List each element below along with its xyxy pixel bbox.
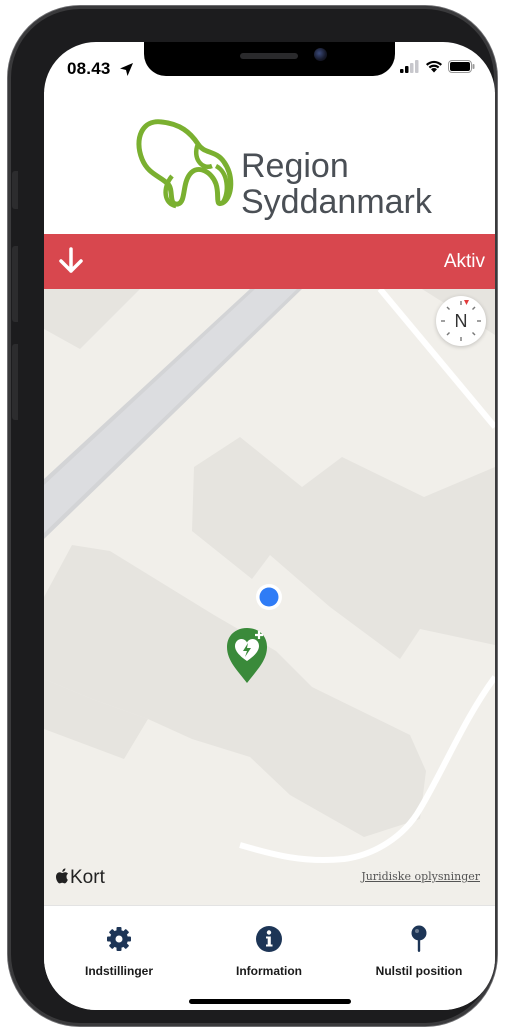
notch	[144, 42, 395, 76]
wifi-icon	[426, 60, 442, 73]
status-banner[interactable]: Aktiv	[44, 234, 495, 289]
info-icon[interactable]	[254, 924, 284, 954]
phone-frame: 08.43 Region Syddanmark Aktiv N Kort Jur…	[8, 6, 497, 1026]
app-header: Region Syddanmark	[44, 92, 495, 236]
mute-switch	[12, 171, 18, 209]
home-indicator[interactable]	[189, 999, 351, 1004]
arrow-down-icon[interactable]	[58, 247, 84, 275]
tab-settings[interactable]: Indstillinger	[44, 924, 194, 978]
logo-wordmark: Region Syddanmark	[241, 148, 432, 220]
compass-button[interactable]: N	[436, 296, 486, 346]
pin-icon[interactable]	[404, 924, 434, 954]
logo-line-syddanmark: Syddanmark	[241, 183, 432, 221]
tab-bar: Indstillinger Information Nulstil positi…	[44, 905, 495, 1010]
tab-settings-label: Indstillinger	[84, 964, 153, 978]
tab-information-label: Information	[236, 964, 302, 978]
status-time: 08.43	[67, 59, 111, 78]
apple-logo-icon	[55, 868, 68, 884]
volume-up-button	[12, 246, 18, 322]
map-attribution-label: Kort	[70, 867, 105, 888]
front-camera	[314, 48, 327, 61]
location-arrow-icon	[120, 63, 133, 76]
gear-icon[interactable]	[104, 924, 134, 954]
map-attribution: Kort	[55, 867, 105, 889]
logo-line-region: Region	[241, 147, 349, 185]
user-location-dot	[256, 584, 282, 610]
battery-icon	[448, 60, 475, 73]
tab-reset-position[interactable]: Nulstil position	[344, 924, 494, 978]
aed-heart-pin-icon[interactable]	[224, 625, 270, 685]
app-screen: 08.43 Region Syddanmark Aktiv N Kort Jur…	[44, 42, 495, 1010]
map-view[interactable]: N Kort Juridiske oplysninger	[44, 289, 495, 905]
tab-information[interactable]: Information	[194, 924, 344, 978]
status-label: Aktiv	[443, 251, 485, 272]
earpiece-speaker	[240, 53, 298, 59]
volume-down-button	[12, 344, 18, 420]
legal-link[interactable]: Juridiske oplysninger	[361, 870, 480, 883]
tab-reset-position-label: Nulstil position	[375, 964, 463, 978]
cellular-signal-icon	[400, 60, 419, 73]
region-syddanmark-logo	[136, 119, 234, 209]
compass-north-label: N	[454, 311, 468, 331]
